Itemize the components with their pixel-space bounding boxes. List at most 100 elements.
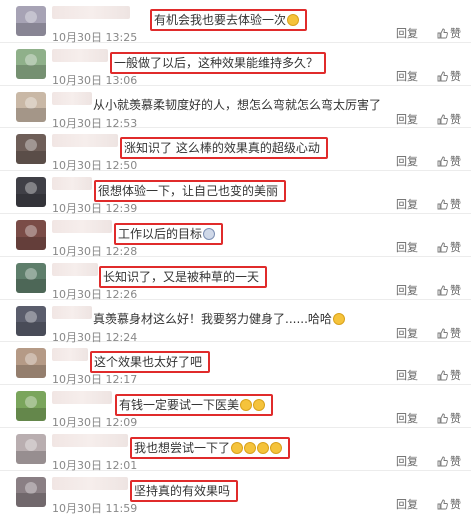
- like-button[interactable]: 赞: [437, 25, 461, 41]
- avatar[interactable]: [16, 91, 46, 122]
- comment-row: 我也想尝试一下了 10月30日 12:01 回复赞: [0, 428, 471, 472]
- comment-row: 从小就羡慕柔韧度好的人，想怎么弯就怎么弯太厉害了 10月30日 12:53 回复赞: [0, 86, 471, 130]
- emoji-icon: [287, 14, 300, 26]
- comment-text: 涨知识了 这么棒的效果真的超级心动: [120, 137, 328, 160]
- username-blurred[interactable]: [52, 177, 92, 191]
- comment-row: 坚持真的有效果吗 10月30日 11:59 回复 赞: [0, 471, 471, 515]
- reply-button[interactable]: 回复: [396, 453, 418, 469]
- avatar[interactable]: [16, 305, 46, 336]
- comment-row: 很想体验一下，让自己也变的美丽 10月30日 12:39 回复赞: [0, 171, 471, 215]
- like-button[interactable]: 赞: [437, 282, 461, 298]
- like-label: 赞: [450, 27, 461, 40]
- username-blurred[interactable]: [52, 6, 130, 19]
- comment-row: 这个效果也太好了吧 10月30日 12:17 回复赞: [0, 342, 471, 386]
- reply-button[interactable]: 回复: [396, 496, 418, 512]
- like-label: 赞: [450, 326, 461, 340]
- thumbs-up-icon: [437, 199, 448, 210]
- like-label: 赞: [450, 412, 461, 426]
- comment-row: 涨知识了 这么棒的效果真的超级心动 10月30日 12:50 回复赞: [0, 128, 471, 172]
- comment-text-content: 工作以后的目标: [118, 227, 203, 241]
- like-label: 赞: [450, 241, 461, 254]
- like-label: 赞: [450, 369, 461, 383]
- comment-text-content: 真羡慕身材这么好！我要努力健身了......哈哈: [93, 311, 332, 326]
- avatar[interactable]: [16, 348, 46, 379]
- thumbs-up-icon: [437, 413, 448, 424]
- reply-button[interactable]: 回复: [396, 282, 418, 298]
- comment-text: 一般做了以后，这种效果能维持多久？: [110, 51, 327, 74]
- avatar[interactable]: [16, 134, 46, 165]
- reply-button[interactable]: 回复: [396, 196, 418, 212]
- reply-button[interactable]: 回复: [396, 410, 418, 426]
- reply-button[interactable]: 回复: [396, 111, 418, 127]
- username-blurred[interactable]: [52, 476, 128, 490]
- username-blurred[interactable]: [52, 348, 88, 362]
- comment-text: 长知识了，又是被种草的一天: [99, 265, 268, 288]
- username-blurred[interactable]: [52, 262, 98, 276]
- emoji-icon: [332, 312, 345, 325]
- username-blurred[interactable]: [52, 434, 128, 447]
- avatar[interactable]: [16, 6, 46, 36]
- like-button[interactable]: 赞: [437, 325, 461, 341]
- like-button[interactable]: 赞: [437, 367, 461, 383]
- emoji-icon: [244, 442, 257, 454]
- like-button[interactable]: 赞: [437, 496, 461, 512]
- like-label: 赞: [450, 497, 461, 511]
- reply-button[interactable]: 回复: [396, 25, 418, 41]
- comment-row: 有钱一定要试一下医美 10月30日 12:09 回复赞: [0, 385, 471, 429]
- comment-text-content: 很想体验一下，让自己也变的美丽: [98, 184, 279, 199]
- comment-text-content: 涨知识了 这么棒的效果真的超级心动: [124, 141, 320, 156]
- comment-text: 有钱一定要试一下医美: [115, 394, 274, 417]
- username-blurred[interactable]: [52, 391, 112, 405]
- like-label: 赞: [450, 198, 461, 212]
- username-blurred[interactable]: [52, 48, 108, 62]
- avatar[interactable]: [16, 48, 46, 79]
- comment-timestamp: 10月30日 11:59: [52, 501, 138, 515]
- comment-text: 真羡慕身材这么好！我要努力健身了......哈哈: [93, 311, 345, 327]
- thumbs-up-icon: [437, 499, 448, 510]
- like-button[interactable]: 赞: [437, 239, 461, 255]
- like-button[interactable]: 赞: [437, 196, 461, 212]
- avatar[interactable]: [16, 391, 46, 422]
- username-blurred[interactable]: [52, 91, 92, 105]
- reply-button[interactable]: 回复: [396, 325, 418, 341]
- like-label: 赞: [450, 112, 461, 126]
- comment-text-content: 一般做了以后，这种效果能维持多久？: [114, 55, 319, 70]
- avatar[interactable]: [16, 262, 46, 293]
- reply-button[interactable]: 回复: [396, 367, 418, 383]
- like-label: 赞: [450, 455, 461, 468]
- like-label: 赞: [450, 283, 461, 297]
- thumbs-up-icon: [437, 156, 448, 167]
- comment-text-content: 长知识了，又是被种草的一天: [103, 269, 260, 284]
- comment-text-content: 这个效果也太好了吧: [94, 355, 203, 370]
- comment-row: 工作以后的目标 10月30日 12:28 回复赞: [0, 214, 471, 258]
- thumbs-up-icon: [437, 28, 448, 39]
- thumbs-up-icon: [437, 242, 448, 253]
- avatar[interactable]: [16, 177, 46, 208]
- username-blurred[interactable]: [52, 305, 92, 319]
- emoji-icon: [253, 399, 266, 412]
- like-button[interactable]: 赞: [437, 68, 461, 84]
- avatar[interactable]: [16, 476, 46, 507]
- thumbs-up-icon: [437, 456, 448, 467]
- comment-row: 有机会我也要去体验一次 10月30日 13:25 回复赞: [0, 0, 471, 44]
- like-label: 赞: [450, 69, 461, 83]
- emoji-icon: [231, 442, 244, 454]
- comment-text: 很想体验一下，让自己也变的美丽: [94, 180, 287, 203]
- reply-button[interactable]: 回复: [396, 239, 418, 255]
- like-button[interactable]: 赞: [437, 153, 461, 169]
- avatar[interactable]: [16, 220, 46, 250]
- reply-button[interactable]: 回复: [396, 153, 418, 169]
- comment-text-content: 有钱一定要试一下医美: [119, 398, 240, 413]
- comment-text: 从小就羡慕柔韧度好的人，想怎么弯就怎么弯太厉害了: [93, 97, 381, 113]
- avatar[interactable]: [16, 434, 46, 464]
- like-button[interactable]: 赞: [437, 410, 461, 426]
- comment-text: 坚持真的有效果吗: [130, 479, 239, 502]
- thumbs-up-icon: [437, 71, 448, 82]
- thumbs-up-icon: [437, 114, 448, 125]
- like-button[interactable]: 赞: [437, 453, 461, 469]
- username-blurred[interactable]: [52, 134, 118, 148]
- username-blurred[interactable]: [52, 220, 112, 233]
- reply-button[interactable]: 回复: [396, 68, 418, 84]
- like-button[interactable]: 赞: [437, 111, 461, 127]
- thumbs-up-icon: [437, 370, 448, 381]
